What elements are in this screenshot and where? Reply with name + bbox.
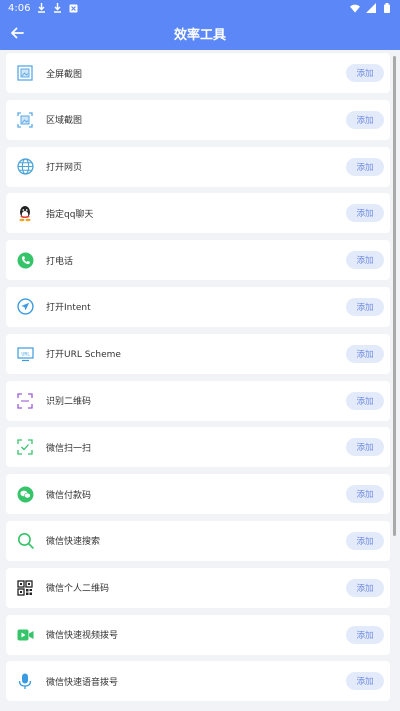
item-label: 打开URL Scheme bbox=[46, 350, 121, 361]
download-icon bbox=[52, 3, 62, 13]
scrollbar[interactable] bbox=[393, 56, 396, 536]
list-item[interactable]: 微信个人二维码 添加 bbox=[6, 567, 390, 608]
item-label: 全屏截图 bbox=[46, 69, 83, 80]
list-item[interactable]: 微信付款码 添加 bbox=[6, 474, 390, 515]
url-monitor-icon: URL bbox=[16, 345, 34, 363]
status-time: 4:06 bbox=[8, 2, 31, 14]
svg-text:URL: URL bbox=[21, 351, 30, 356]
microphone-icon bbox=[16, 672, 34, 690]
status-bar: 4:06 bbox=[0, 0, 400, 16]
add-button[interactable]: 添加 bbox=[346, 251, 384, 270]
back-arrow-icon bbox=[11, 27, 24, 39]
add-button[interactable]: 添加 bbox=[346, 157, 384, 176]
add-button[interactable]: 添加 bbox=[346, 672, 384, 691]
list-item[interactable]: URL 打开URL Scheme 添加 bbox=[6, 333, 390, 374]
download-icon bbox=[36, 3, 46, 13]
list-item[interactable]: 指定qq聊天 添加 bbox=[6, 193, 390, 234]
wechat-logo-icon bbox=[16, 485, 34, 503]
add-button[interactable]: 添加 bbox=[346, 485, 384, 504]
list-item[interactable]: 区域截图 添加 bbox=[6, 99, 390, 140]
item-label: 微信快速视频拨号 bbox=[46, 631, 119, 642]
app-bar: 效率工具 bbox=[0, 16, 400, 50]
add-button[interactable]: 添加 bbox=[346, 625, 384, 644]
page-title: 效率工具 bbox=[173, 27, 226, 43]
add-button[interactable]: 添加 bbox=[346, 391, 384, 410]
send-arrow-icon bbox=[16, 298, 34, 316]
add-button[interactable]: 添加 bbox=[346, 204, 384, 223]
add-button[interactable]: 添加 bbox=[346, 578, 384, 597]
item-label: 区域截图 bbox=[46, 116, 83, 127]
item-label: 微信个人二维码 bbox=[46, 584, 110, 595]
item-label: 微信扫一扫 bbox=[46, 443, 92, 454]
add-button[interactable]: 添加 bbox=[346, 64, 384, 82]
video-call-icon bbox=[16, 626, 34, 644]
item-label: 识别二维码 bbox=[46, 397, 92, 408]
wifi-icon bbox=[350, 3, 360, 13]
add-button[interactable]: 添加 bbox=[346, 438, 384, 457]
add-button[interactable]: 添加 bbox=[346, 110, 384, 129]
globe-icon bbox=[16, 158, 34, 176]
list-item[interactable]: 微信扫一扫 添加 bbox=[6, 427, 390, 468]
item-label: 微信快速搜索 bbox=[46, 537, 101, 548]
tool-list: 全屏截图 添加 区域截图 添加 打开网页 添加 指定qq聊天 添加 打电话 添加 bbox=[6, 53, 390, 708]
list-item[interactable]: 打开网页 添加 bbox=[6, 146, 390, 187]
notification-icon bbox=[68, 3, 78, 13]
list-item[interactable]: 打开Intent 添加 bbox=[6, 286, 390, 327]
list-item[interactable]: 识别二维码 添加 bbox=[6, 380, 390, 421]
wechat-scan-icon bbox=[16, 438, 34, 456]
item-label: 打电话 bbox=[46, 256, 74, 267]
add-button[interactable]: 添加 bbox=[346, 344, 384, 363]
item-label: 微信快速语音拨号 bbox=[46, 677, 119, 688]
item-label: 打开Intent bbox=[46, 303, 91, 314]
search-icon bbox=[16, 532, 34, 550]
qq-penguin-icon bbox=[16, 204, 34, 222]
back-button[interactable] bbox=[0, 16, 34, 50]
item-label: 微信付款码 bbox=[46, 490, 92, 501]
list-item[interactable]: 微信快速搜索 添加 bbox=[6, 520, 390, 561]
list-item[interactable]: 微信快速视频拨号 添加 bbox=[6, 614, 390, 655]
list-item[interactable]: 微信快速语音拨号 添加 bbox=[6, 661, 390, 702]
fullscreen-screenshot-icon bbox=[16, 64, 34, 82]
add-button[interactable]: 添加 bbox=[346, 297, 384, 316]
list-item[interactable]: 打电话 添加 bbox=[6, 240, 390, 281]
region-screenshot-icon bbox=[16, 111, 34, 129]
signal-icon bbox=[366, 3, 376, 13]
battery-icon bbox=[382, 3, 392, 13]
add-button[interactable]: 添加 bbox=[346, 531, 384, 550]
item-label: 指定qq聊天 bbox=[46, 209, 94, 220]
qr-code-icon bbox=[16, 579, 34, 597]
item-label: 打开网页 bbox=[46, 163, 83, 174]
list-item[interactable]: 全屏截图 添加 bbox=[6, 53, 390, 93]
qr-scan-frame-icon bbox=[16, 392, 34, 410]
phone-icon bbox=[16, 251, 34, 269]
